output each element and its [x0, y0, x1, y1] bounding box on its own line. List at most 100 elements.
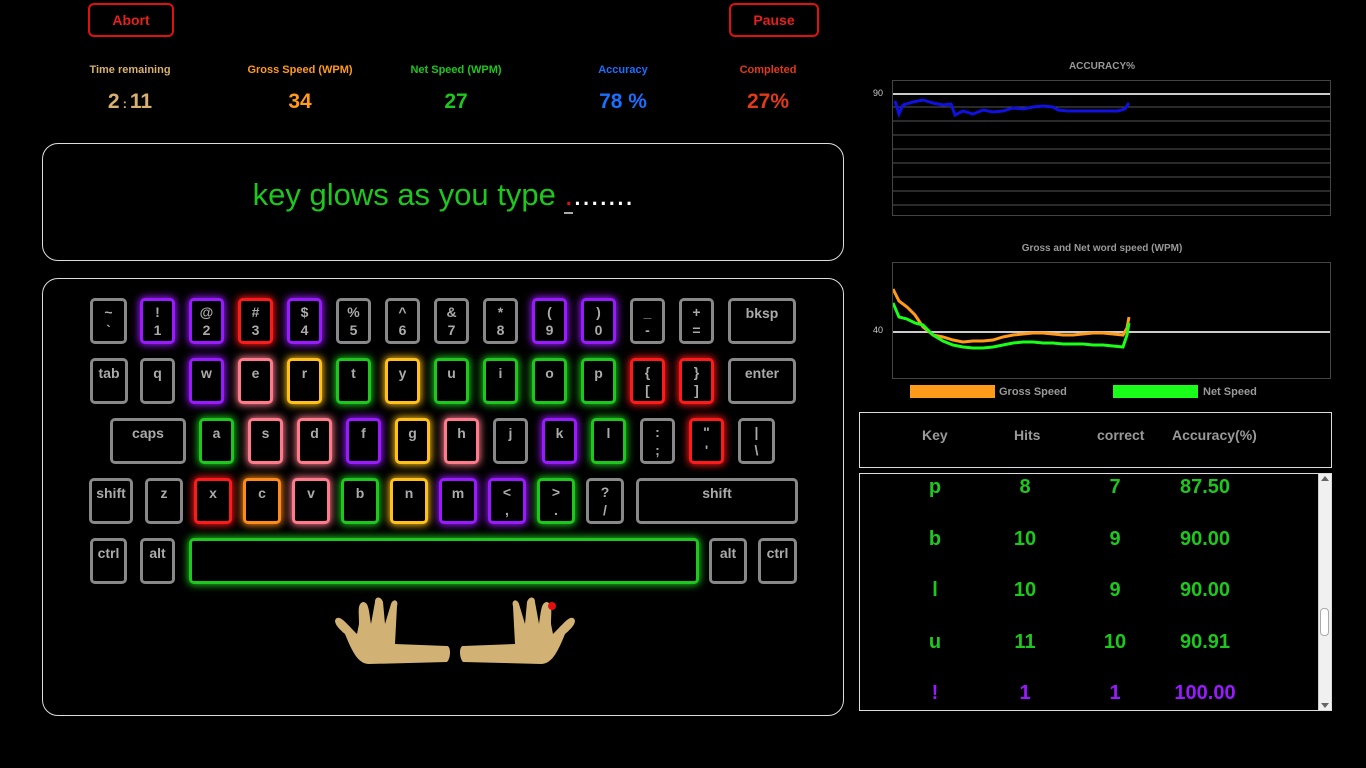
key-n[interactable]: n: [390, 478, 428, 524]
key-base-label: 0: [594, 322, 603, 338]
key-x44[interactable]: <,: [488, 478, 526, 524]
key-shift-label: $: [300, 304, 309, 320]
key-shift[interactable]: shift: [636, 478, 798, 524]
key-g[interactable]: g: [395, 418, 430, 464]
key-x92[interactable]: | \: [738, 418, 775, 464]
key-label: g: [408, 425, 417, 441]
key-shift[interactable]: shift: [89, 478, 133, 524]
key-x45[interactable]: _ -: [630, 298, 665, 344]
key-w[interactable]: w: [189, 358, 224, 404]
key-o[interactable]: o: [532, 358, 567, 404]
key-label: a: [212, 425, 221, 441]
key-shift-label: {: [644, 364, 651, 380]
key-z[interactable]: z: [145, 478, 183, 524]
key-enter[interactable]: enter: [728, 358, 796, 404]
key-2[interactable]: @2: [189, 298, 224, 344]
scroll-thumb[interactable]: [1320, 608, 1329, 636]
key-9[interactable]: (9: [532, 298, 567, 344]
key-stats-table-body[interactable]: p 8 7 87.50 b 10 9 90.00 l 10 9 90.00 u 11 10 90.91! 1 1 1…: [859, 473, 1332, 711]
time-separator: :: [122, 96, 127, 111]
key-x46[interactable]: >.: [537, 478, 575, 524]
key-tab[interactable]: tab: [90, 358, 128, 404]
scroll-down-icon[interactable]: [1321, 703, 1329, 708]
key-x39[interactable]: " ': [689, 418, 724, 464]
key-3[interactable]: #3: [238, 298, 273, 344]
key-x59[interactable]: :;: [640, 418, 675, 464]
key-r[interactable]: r: [287, 358, 322, 404]
key-6[interactable]: ^ 6: [385, 298, 420, 344]
key-p[interactable]: p: [581, 358, 616, 404]
cell-key: u: [928, 630, 942, 653]
key-e[interactable]: e: [238, 358, 273, 404]
key-label: s: [261, 425, 270, 441]
key-8[interactable]: * 8: [483, 298, 518, 344]
key-c[interactable]: c: [243, 478, 281, 524]
key-s[interactable]: s: [248, 418, 283, 464]
abort-button[interactable]: Abort: [88, 3, 174, 37]
key-b[interactable]: b: [341, 478, 379, 524]
key-alt[interactable]: alt: [709, 538, 747, 584]
cell-hits: 8: [1019, 476, 1031, 498]
table-row: l 10 9 90.00: [860, 579, 1320, 609]
key-v[interactable]: v: [292, 478, 330, 524]
key-base-label: [: [645, 382, 650, 398]
key-x96[interactable]: ~ `: [90, 298, 127, 344]
key-7[interactable]: & 7: [434, 298, 469, 344]
key-t[interactable]: t: [336, 358, 371, 404]
key-x93[interactable]: }]: [679, 358, 714, 404]
key-shift-label: @: [199, 304, 214, 320]
key-l[interactable]: l: [591, 418, 626, 464]
key-label: enter: [744, 365, 780, 381]
table-row: p 8 7 87.50: [860, 476, 1320, 506]
key-h[interactable]: h: [444, 418, 479, 464]
key-label: caps: [132, 425, 164, 441]
key-ctrl[interactable]: ctrl: [90, 538, 127, 584]
key-x91[interactable]: {[: [630, 358, 665, 404]
speed-tick-label: 40: [873, 325, 884, 335]
key-f[interactable]: f: [346, 418, 381, 464]
cell-key: b: [928, 527, 942, 550]
key-k[interactable]: k: [542, 418, 577, 464]
pause-button[interactable]: Pause: [729, 3, 819, 37]
key-j[interactable]: j: [493, 418, 528, 464]
key-alt[interactable]: alt: [140, 538, 175, 584]
key-label: b: [355, 485, 365, 501]
key-m[interactable]: m: [439, 478, 477, 524]
key-0[interactable]: ) 0: [581, 298, 616, 344]
key-i[interactable]: i: [483, 358, 518, 404]
col-key: Key: [922, 427, 948, 443]
key-x47[interactable]: ? /: [586, 478, 624, 524]
key-x61[interactable]: + =: [679, 298, 714, 344]
completed-label: Completed: [739, 64, 797, 76]
key-shift-label: +: [692, 304, 701, 320]
key-ctrl[interactable]: ctrl: [758, 538, 797, 584]
table-scrollbar[interactable]: [1318, 474, 1331, 710]
key-4[interactable]: $4: [287, 298, 322, 344]
table-row: ! 1 1 100.00: [860, 682, 1320, 710]
key-base-label: 2: [202, 322, 211, 338]
key-1[interactable]: ! 1: [140, 298, 175, 344]
typing-text: key glows as you type ........: [43, 177, 843, 214]
net-speed-line: [893, 302, 1131, 350]
key-5[interactable]: % 5: [336, 298, 371, 344]
speed-chart-title: Gross and Net word speed (WPM): [1021, 243, 1183, 254]
key-q[interactable]: q: [140, 358, 175, 404]
cell-accuracy: 90.91: [1179, 630, 1231, 653]
key-bksp[interactable]: bksp: [728, 298, 796, 344]
accuracy-label: Accuracy: [598, 64, 648, 76]
key-label: shift: [96, 485, 126, 501]
cell-key: p: [928, 476, 942, 498]
key-y[interactable]: y: [385, 358, 420, 404]
key-base-label: 5: [349, 322, 358, 338]
scroll-up-icon[interactable]: [1321, 476, 1329, 481]
key-x[interactable]: x: [194, 478, 232, 524]
key-a[interactable]: a: [199, 418, 234, 464]
key-label: y: [398, 365, 407, 381]
cell-correct: 7: [1109, 476, 1121, 498]
cell-accuracy: 90.00: [1179, 579, 1231, 601]
key-u[interactable]: u: [434, 358, 469, 404]
key-space[interactable]: [189, 538, 699, 584]
gross-speed-legend-label: Gross Speed: [999, 386, 1067, 398]
key-caps[interactable]: caps: [110, 418, 186, 464]
key-d[interactable]: d: [297, 418, 332, 464]
